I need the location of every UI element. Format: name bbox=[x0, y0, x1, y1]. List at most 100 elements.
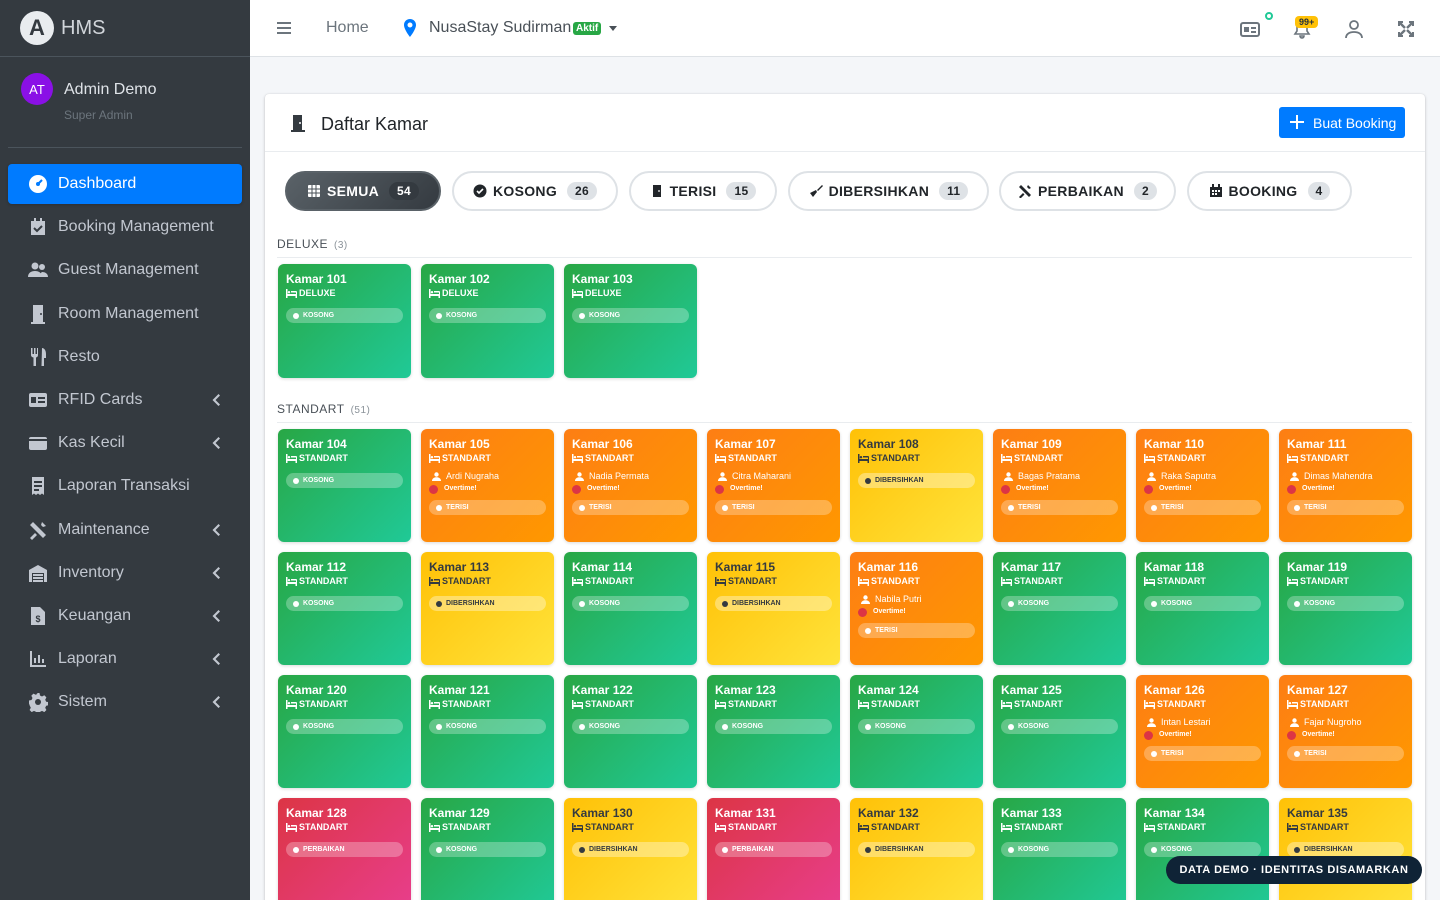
user-panel[interactable]: AT Admin Demo Super Admin bbox=[8, 57, 242, 148]
room-card[interactable]: Kamar 110 STANDART Raka Saputra Overtime! TE… bbox=[1136, 429, 1269, 542]
sidebar-item-resto[interactable]: Resto bbox=[8, 337, 242, 377]
home-link[interactable]: Home bbox=[326, 19, 369, 37]
status-dot-icon bbox=[1294, 846, 1300, 853]
sidebar-item-booking-management[interactable]: Booking Management bbox=[8, 207, 242, 247]
room-card[interactable]: Kamar 113 STANDART DIBERSIHKAN bbox=[421, 552, 554, 665]
room-card[interactable]: Kamar 106 STANDART Nadia Permata Overtime! T… bbox=[564, 429, 697, 542]
room-card[interactable]: Kamar 119 STANDART KOSONG bbox=[1279, 552, 1412, 665]
overtime-indicator: Overtime! bbox=[429, 483, 546, 495]
room-card[interactable]: Kamar 102 DELUXE KOSONG bbox=[421, 264, 554, 378]
sidebar-item-guest-management[interactable]: Guest Management bbox=[8, 250, 242, 290]
bed-icon bbox=[858, 576, 871, 586]
sidebar-item-dashboard[interactable]: Dashboard bbox=[8, 164, 242, 204]
overtime-indicator: Overtime! bbox=[1001, 483, 1118, 495]
user-name: Admin Demo bbox=[64, 81, 157, 98]
room-card[interactable]: Kamar 114 STANDART KOSONG bbox=[564, 552, 697, 665]
status-dot-icon bbox=[1151, 600, 1157, 607]
room-type-label: DELUXE bbox=[585, 288, 622, 298]
room-card[interactable]: Kamar 135 STANDART DIBERSIHKAN bbox=[1279, 798, 1412, 900]
room-card[interactable]: Kamar 104 STANDART KOSONG bbox=[278, 429, 411, 542]
filter-booking[interactable]: BOOKING 4 bbox=[1187, 171, 1352, 211]
fullscreen-icon[interactable] bbox=[1395, 18, 1417, 40]
room-card[interactable]: Kamar 124 STANDART KOSONG bbox=[850, 675, 983, 788]
guest-name: Nadia Permata bbox=[589, 471, 650, 481]
room-type: STANDART bbox=[429, 574, 546, 588]
room-card[interactable]: Kamar 129 STANDART KOSONG bbox=[421, 798, 554, 900]
sidebar-item-inventory[interactable]: Inventory bbox=[8, 553, 242, 593]
room-card[interactable]: Kamar 134 STANDART KOSONG bbox=[1136, 798, 1269, 900]
hamburger-icon[interactable] bbox=[276, 19, 294, 37]
sidebar-item-label: RFID Cards bbox=[58, 390, 143, 408]
room-card[interactable]: Kamar 131 STANDART PERBAIKAN bbox=[707, 798, 840, 900]
sidebar-item-keuangan[interactable]: $ Keuangan bbox=[8, 596, 242, 636]
chevron-left-icon bbox=[208, 565, 224, 581]
room-status-pill: KOSONG bbox=[1001, 719, 1118, 734]
filter-semua[interactable]: SEMUA 54 bbox=[285, 171, 441, 211]
room-type: DELUXE bbox=[286, 286, 403, 300]
room-type-label: STANDART bbox=[1014, 453, 1063, 463]
filter-kosong[interactable]: KOSONG 26 bbox=[452, 171, 618, 211]
sidebar-item-rfid-cards[interactable]: RFID Cards bbox=[8, 380, 242, 420]
room-type: STANDART bbox=[572, 820, 689, 834]
room-status-pill: KOSONG bbox=[286, 596, 403, 611]
room-card[interactable]: Kamar 117 STANDART KOSONG bbox=[993, 552, 1126, 665]
room-card[interactable]: Kamar 111 STANDART Dimas Mahendra Overtime!… bbox=[1279, 429, 1412, 542]
sidebar-item-laporan-transaksi[interactable]: Laporan Transaksi bbox=[8, 466, 242, 506]
user-icon bbox=[715, 471, 732, 481]
hotel-selector[interactable]: NusaStay Sudirman bbox=[429, 19, 571, 37]
sidebar-item-sistem[interactable]: Sistem bbox=[8, 682, 242, 722]
room-name: Kamar 106 bbox=[572, 437, 633, 451]
sidebar-item-kas-kecil[interactable]: Kas Kecil bbox=[8, 423, 242, 463]
room-card[interactable]: Kamar 120 STANDART KOSONG bbox=[278, 675, 411, 788]
room-card[interactable]: Kamar 101 DELUXE KOSONG bbox=[278, 264, 411, 378]
sidebar-item-label: Guest Management bbox=[58, 261, 199, 279]
room-card[interactable]: Kamar 118 STANDART KOSONG bbox=[1136, 552, 1269, 665]
room-card[interactable]: Kamar 125 STANDART KOSONG bbox=[993, 675, 1126, 788]
user-icon bbox=[572, 471, 589, 481]
filter-count-badge: 4 bbox=[1307, 182, 1331, 200]
sidebar-item-room-management[interactable]: Room Management bbox=[8, 294, 242, 334]
room-card[interactable]: Kamar 132 STANDART DIBERSIHKAN bbox=[850, 798, 983, 900]
room-card[interactable]: Kamar 128 STANDART PERBAIKAN bbox=[278, 798, 411, 900]
buat-booking-button[interactable]: Buat Booking bbox=[1279, 107, 1405, 138]
sidebar-item-maintenance[interactable]: Maintenance bbox=[8, 510, 242, 550]
user-icon[interactable] bbox=[1343, 18, 1365, 40]
room-card[interactable]: Kamar 130 STANDART DIBERSIHKAN bbox=[564, 798, 697, 900]
status-dot-icon bbox=[293, 846, 299, 853]
room-card[interactable]: Kamar 105 STANDART Ardi Nugraha Overtime! TE… bbox=[421, 429, 554, 542]
room-status-label: KOSONG bbox=[1161, 600, 1193, 607]
room-card[interactable]: Kamar 127 STANDART Fajar Nugroho Overtime! T… bbox=[1279, 675, 1412, 788]
filter-perbaikan[interactable]: PERBAIKAN 2 bbox=[999, 171, 1176, 211]
map-pin-icon bbox=[404, 19, 416, 37]
sidebar-item-label: Room Management bbox=[58, 304, 199, 322]
bed-icon bbox=[715, 699, 728, 709]
room-type: STANDART bbox=[858, 697, 975, 711]
room-card[interactable]: Kamar 112 STANDART KOSONG bbox=[278, 552, 411, 665]
room-card[interactable]: Kamar 122 STANDART KOSONG bbox=[564, 675, 697, 788]
room-card[interactable]: Kamar 133 STANDART KOSONG bbox=[993, 798, 1126, 900]
room-card[interactable]: Kamar 123 STANDART KOSONG bbox=[707, 675, 840, 788]
room-type-label: STANDART bbox=[1300, 822, 1349, 832]
room-card[interactable]: Kamar 121 STANDART KOSONG bbox=[421, 675, 554, 788]
brand-link[interactable]: A HMS bbox=[0, 0, 250, 57]
filter-dibersihkan[interactable]: DIBERSIHKAN 11 bbox=[788, 171, 989, 211]
online-indicator bbox=[1265, 12, 1273, 20]
id-card-icon[interactable] bbox=[1239, 18, 1261, 40]
room-status-pill: KOSONG bbox=[429, 308, 546, 323]
chevron-down-icon[interactable] bbox=[609, 26, 617, 31]
sidebar-item-label: Kas Kecil bbox=[58, 434, 125, 452]
room-card[interactable]: Kamar 109 STANDART Bagas Pratama Overtime! T… bbox=[993, 429, 1126, 542]
status-dot-icon bbox=[722, 600, 728, 607]
room-card[interactable]: Kamar 126 STANDART Intan Lestari Overtime! T… bbox=[1136, 675, 1269, 788]
sidebar-item-laporan[interactable]: Laporan bbox=[8, 639, 242, 679]
chevron-left-icon bbox=[208, 435, 224, 451]
room-card[interactable]: Kamar 107 STANDART Citra Maharani Overtime!… bbox=[707, 429, 840, 542]
room-status-pill: KOSONG bbox=[1144, 596, 1261, 611]
filter-terisi[interactable]: TERISI 15 bbox=[629, 171, 777, 211]
room-card[interactable]: Kamar 115 STANDART DIBERSIHKAN bbox=[707, 552, 840, 665]
page-title: Daftar Kamar bbox=[321, 114, 429, 134]
user-icon bbox=[1287, 471, 1304, 481]
room-card[interactable]: Kamar 108 STANDART DIBERSIHKAN bbox=[850, 429, 983, 542]
room-card[interactable]: Kamar 116 STANDART Nabila Putri Overtime! TE… bbox=[850, 552, 983, 665]
room-card[interactable]: Kamar 103 DELUXE KOSONG bbox=[564, 264, 697, 378]
